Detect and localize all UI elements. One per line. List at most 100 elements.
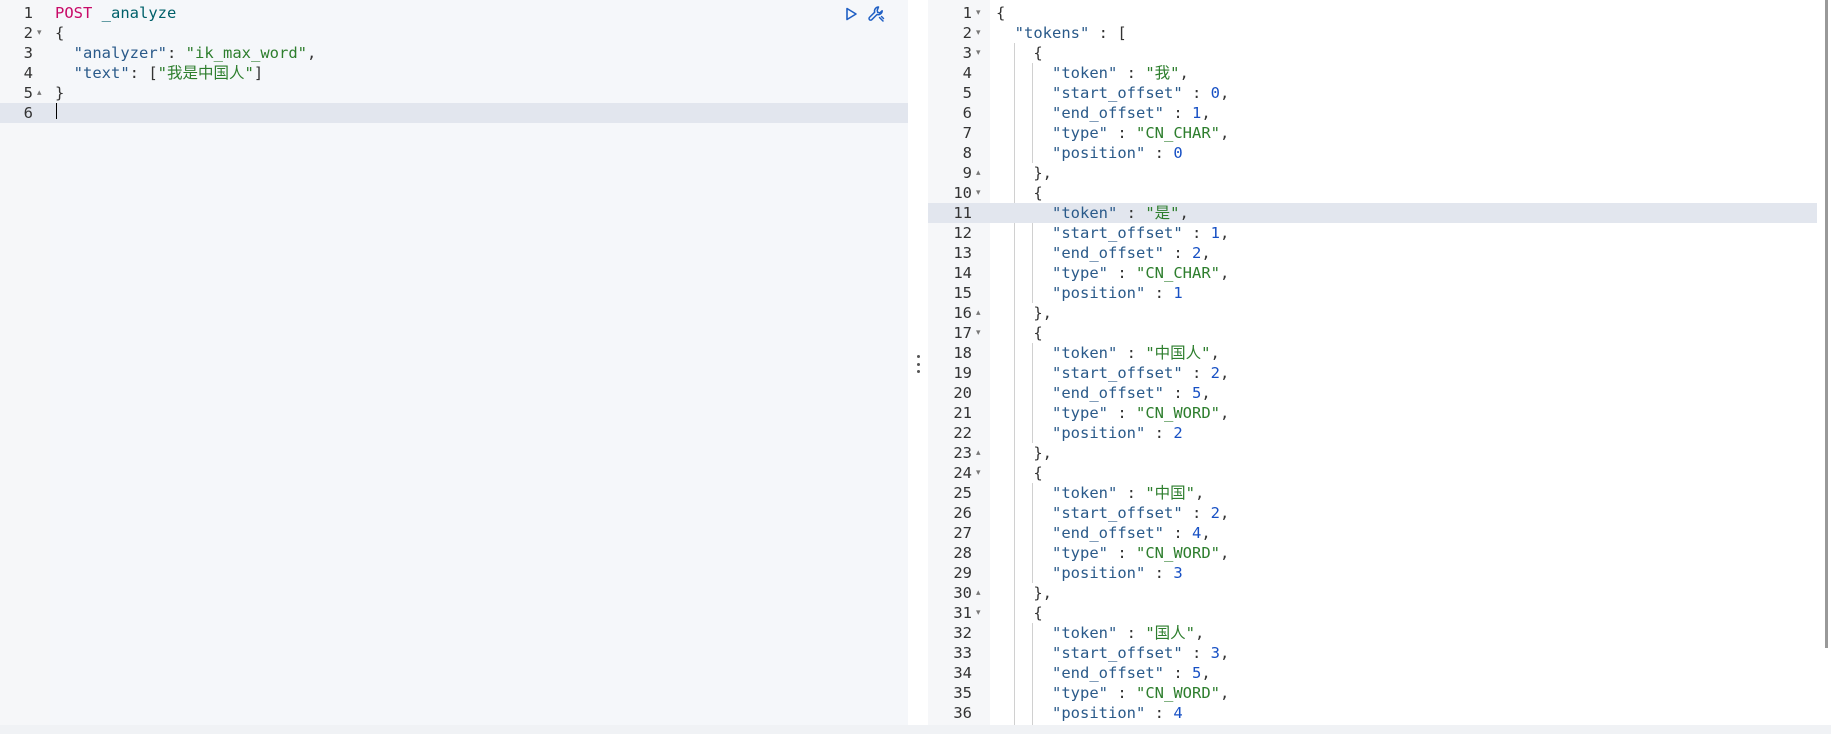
token-punc [996,364,1052,382]
token-key: "tokens" [1014,24,1090,42]
code-line[interactable]: 1 POST _analyze [0,3,908,23]
token-punc: : [1163,384,1192,402]
fold-open-icon[interactable]: ▾ [976,183,981,203]
response-scrollbar[interactable] [1817,0,1831,725]
code-line[interactable]: 2 ▾ "tokens" : [ [928,23,1817,43]
code-line[interactable]: 25 "token" : "中国", [928,483,1817,503]
code-line[interactable]: 19 "start_offset" : 2, [928,363,1817,383]
token-punc: , [1220,224,1230,242]
code-line[interactable]: 9 ▴ }, [928,163,1817,183]
code-line[interactable]: 14 "type" : "CN_CHAR", [928,263,1817,283]
code-line[interactable]: 15 "position" : 1 [928,283,1817,303]
code-line[interactable]: 1 ▾ { [928,3,1817,23]
line-number: 8 [962,144,972,162]
scrollbar-thumb[interactable] [1825,0,1828,648]
fold-close-icon[interactable]: ▴ [976,583,981,603]
code-line[interactable]: 33 "start_offset" : 3, [928,643,1817,663]
token-punc [996,144,1052,162]
code-line[interactable]: 11 "token" : "是", [928,203,1817,223]
code-text: "position" : 0 [996,143,1183,163]
code-line[interactable]: 13 "end_offset" : 2, [928,243,1817,263]
code-line[interactable]: 10 ▾ { [928,183,1817,203]
token-punc [996,264,1052,282]
fold-close-icon[interactable]: ▴ [976,443,981,463]
token-key: "type" [1052,404,1108,422]
code-line[interactable]: 22 "position" : 2 [928,423,1817,443]
code-line[interactable]: 12 "start_offset" : 1, [928,223,1817,243]
code-line[interactable]: 5 ▴} [0,83,908,103]
token-punc: : [1163,244,1192,262]
fold-close-icon[interactable]: ▴ [37,83,42,103]
code-text: }, [996,163,1052,183]
line-number: 4 [962,64,972,82]
token-punc: }, [996,444,1052,462]
token-punc [996,24,1015,42]
pane-resizer[interactable] [908,0,928,725]
code-line[interactable]: 4 "token" : "我", [928,63,1817,83]
token-punc: : [1117,344,1146,362]
code-line[interactable]: 31 ▾ { [928,603,1817,623]
code-line[interactable]: 28 "type" : "CN_WORD", [928,543,1817,563]
code-line[interactable]: 3 "analyzer": "ik_max_word", [0,43,908,63]
request-settings-button[interactable] [866,4,886,24]
send-request-button[interactable] [841,4,861,24]
code-line[interactable]: 5 "start_offset" : 0, [928,83,1817,103]
token-punc [996,344,1052,362]
code-line[interactable]: 3 ▾ { [928,43,1817,63]
code-line[interactable]: 8 "position" : 0 [928,143,1817,163]
token-punc: : [1117,484,1146,502]
token-punc: : [1145,144,1174,162]
code-line[interactable]: 35 "type" : "CN_WORD", [928,683,1817,703]
line-number: 29 [953,564,972,582]
code-text: "end_offset" : 2, [996,243,1211,263]
fold-close-icon[interactable]: ▴ [976,163,981,183]
code-line[interactable]: 29 "position" : 3 [928,563,1817,583]
fold-open-icon[interactable]: ▾ [976,603,981,623]
wrench-icon [868,6,885,22]
token-str: "我" [1145,64,1180,82]
fold-open-icon[interactable]: ▾ [976,3,981,23]
token-key: "end_offset" [1052,384,1164,402]
fold-open-icon[interactable]: ▾ [976,23,981,43]
code-line[interactable]: 23 ▴ }, [928,443,1817,463]
token-key: "end_offset" [1052,244,1164,262]
code-line[interactable]: 6 [0,103,908,123]
code-line[interactable]: 17 ▾ { [928,323,1817,343]
fold-open-icon[interactable]: ▾ [976,463,981,483]
code-line[interactable]: 30 ▴ }, [928,583,1817,603]
code-line[interactable]: 2 ▾ { [0,23,908,43]
code-line[interactable]: 18 "token" : "中国人", [928,343,1817,363]
code-text: { [996,603,1042,623]
code-line[interactable]: 27 "end_offset" : 4, [928,523,1817,543]
token-punc [55,44,74,62]
code-line[interactable]: 24 ▾ { [928,463,1817,483]
code-line[interactable]: 16 ▴ }, [928,303,1817,323]
token-str: "CN_CHAR" [1136,264,1220,282]
fold-open-icon[interactable]: ▾ [976,323,981,343]
code-line[interactable]: 20 "end_offset" : 5, [928,383,1817,403]
code-line[interactable]: 7 "type" : "CN_CHAR", [928,123,1817,143]
code-line[interactable]: 36 "position" : 4 [928,703,1817,723]
code-line[interactable]: 21 "type" : "CN_WORD", [928,403,1817,423]
line-number: 16 [953,304,972,322]
token-punc [996,544,1052,562]
code-line[interactable]: 32 "token" : "国人", [928,623,1817,643]
response-viewer[interactable]: 1 ▾{2 ▾ "tokens" : [3 ▾ {4 "token" : "我", 5 … [928,0,1817,725]
code-text: { [996,43,1042,63]
token-punc: : [1182,84,1211,102]
token-punc: : [1117,624,1146,642]
fold-close-icon[interactable]: ▴ [976,303,981,323]
line-number: 35 [953,684,972,702]
line-number: 1 [23,4,33,22]
code-line[interactable]: 6 "end_offset" : 1, [928,103,1817,123]
request-editor[interactable]: 1 POST _analyze 2 ▾ {3 "analyzer": "ik_max_w… [0,0,908,725]
token-punc: { [996,324,1043,342]
code-line[interactable]: 26 "start_offset" : 2, [928,503,1817,523]
code-line[interactable]: 34 "end_offset" : 5, [928,663,1817,683]
fold-open-icon[interactable]: ▾ [37,23,42,43]
code-line[interactable]: 4 "text": ["我是中国人"] [0,63,908,83]
fold-open-icon[interactable]: ▾ [976,43,981,63]
token-url: _analyze [101,4,177,22]
token-punc: : [1145,284,1174,302]
token-punc: : [ [1089,24,1127,42]
